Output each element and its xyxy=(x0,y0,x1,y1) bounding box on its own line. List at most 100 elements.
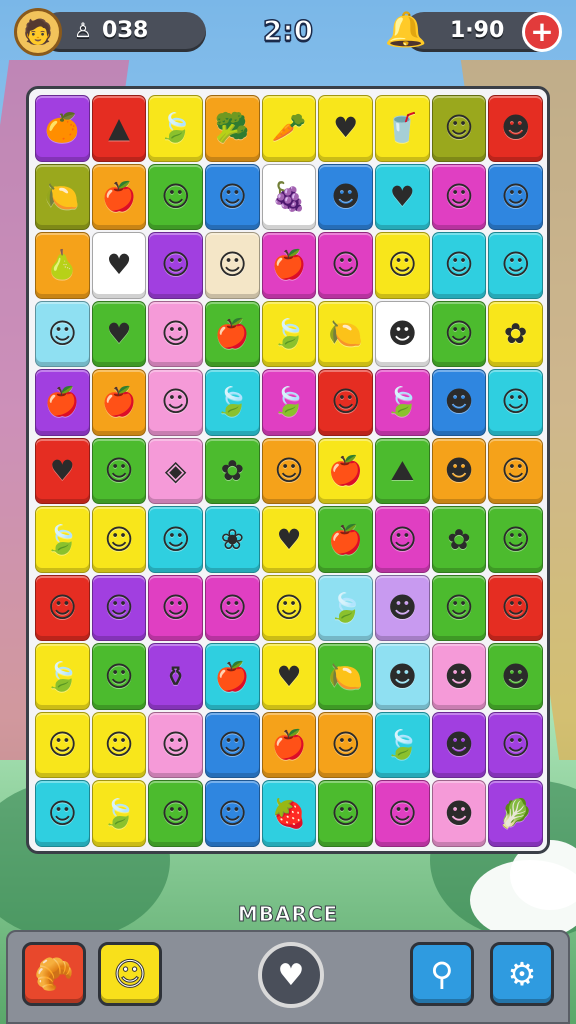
tile-r4-c5[interactable]: ☺ xyxy=(318,369,373,436)
tile-r10-c2[interactable]: ☺ xyxy=(148,780,203,847)
tile-r1-c4[interactable]: 🍇 xyxy=(261,163,317,231)
tile-r2-c2[interactable]: ☺ xyxy=(148,232,203,299)
tile-r3-c7[interactable]: ☺ xyxy=(431,300,487,368)
player-avatar[interactable]: 🧑 xyxy=(14,8,62,56)
tile-r0-c8[interactable]: ☻ xyxy=(488,95,543,162)
tile-r0-c7[interactable]: ☺ xyxy=(431,95,487,162)
tile-r5-c5[interactable]: 🍎 xyxy=(318,437,373,505)
tile-r4-c4[interactable]: 🍃 xyxy=(261,369,317,436)
tile-r1-c2[interactable]: ☺ xyxy=(148,163,203,231)
tile-r5-c6[interactable]: ⛰ xyxy=(375,437,430,505)
tile-r1-c8[interactable]: ☺ xyxy=(488,163,543,231)
tile-r3-c6[interactable]: ☻ xyxy=(375,300,430,368)
tile-r8-c3[interactable]: 🍎 xyxy=(205,643,260,710)
tile-r5-c7[interactable]: ☻ xyxy=(431,437,487,505)
tile-r9-c7[interactable]: ☻ xyxy=(431,711,487,779)
settings-button[interactable]: ⚙ xyxy=(490,942,554,1006)
tile-r0-c4[interactable]: 🥕 xyxy=(261,95,317,162)
tile-r4-c1[interactable]: 🍎 xyxy=(91,369,147,436)
tile-r8-c1[interactable]: ☺ xyxy=(91,643,147,710)
tile-r4-c8[interactable]: ☺ xyxy=(488,369,543,436)
tile-r3-c2[interactable]: ☺ xyxy=(148,300,203,368)
tile-r6-c2[interactable]: ☺ xyxy=(148,506,203,573)
tile-r8-c2[interactable]: ⚱ xyxy=(148,643,203,710)
tile-r9-c1[interactable]: ☺ xyxy=(91,711,147,779)
tile-r5-c8[interactable]: ☺ xyxy=(488,437,543,505)
tile-r7-c0[interactable]: ☺ xyxy=(35,574,90,642)
tile-r9-c8[interactable]: ☺ xyxy=(488,711,543,779)
tile-r6-c4[interactable]: ♥ xyxy=(261,506,317,573)
tile-r3-c4[interactable]: 🍃 xyxy=(261,300,317,368)
tile-r8-c0[interactable]: 🍃 xyxy=(35,643,90,710)
tile-r2-c7[interactable]: ☺ xyxy=(431,232,487,299)
tile-r4-c2[interactable]: ☺ xyxy=(148,369,203,436)
tile-r1-c0[interactable]: 🍋 xyxy=(35,163,90,231)
tile-r9-c4[interactable]: 🍎 xyxy=(261,711,317,779)
tile-r2-c0[interactable]: 🍐 xyxy=(35,232,90,299)
tile-r10-c3[interactable]: ☺ xyxy=(205,780,260,847)
tile-r6-c0[interactable]: 🍃 xyxy=(35,506,90,573)
tile-r1-c1[interactable]: 🍎 xyxy=(91,163,147,231)
tile-r10-c1[interactable]: 🍃 xyxy=(91,780,147,847)
croissant-button[interactable]: 🥐 xyxy=(22,942,86,1006)
tile-r5-c0[interactable]: ♥ xyxy=(35,437,90,505)
tile-r1-c7[interactable]: ☺ xyxy=(431,163,487,231)
tile-r7-c7[interactable]: ☺ xyxy=(431,574,487,642)
tile-r7-c6[interactable]: ☻ xyxy=(375,574,430,642)
tile-r4-c3[interactable]: 🍃 xyxy=(205,369,260,436)
tile-r2-c1[interactable]: ♥ xyxy=(91,232,147,299)
tile-r6-c8[interactable]: ☺ xyxy=(488,506,543,573)
tile-r2-c4[interactable]: 🍎 xyxy=(261,232,317,299)
tile-r3-c5[interactable]: 🍋 xyxy=(318,300,373,368)
tile-r6-c1[interactable]: ☺ xyxy=(91,506,147,573)
tile-r3-c3[interactable]: 🍎 xyxy=(205,300,260,368)
tile-r6-c7[interactable]: ✿ xyxy=(431,506,487,573)
tile-r7-c1[interactable]: ☺ xyxy=(91,574,147,642)
tile-r8-c7[interactable]: ☻ xyxy=(431,643,487,710)
tile-r5-c2[interactable]: ◈ xyxy=(148,437,203,505)
tile-r10-c6[interactable]: ☺ xyxy=(375,780,430,847)
tile-r2-c6[interactable]: ☺ xyxy=(375,232,430,299)
tile-r6-c3[interactable]: ❀ xyxy=(205,506,260,573)
tile-r1-c6[interactable]: ♥ xyxy=(375,163,430,231)
tile-r7-c8[interactable]: ☺ xyxy=(488,574,543,642)
tile-r9-c5[interactable]: ☺ xyxy=(318,711,373,779)
tile-r0-c5[interactable]: ♥ xyxy=(318,95,373,162)
tile-r10-c7[interactable]: ☻ xyxy=(431,780,487,847)
tile-r9-c0[interactable]: ☺ xyxy=(35,711,90,779)
tile-r3-c0[interactable]: ☺ xyxy=(35,300,90,368)
tile-r5-c3[interactable]: ✿ xyxy=(205,437,260,505)
tile-r4-c7[interactable]: ☻ xyxy=(431,369,487,436)
tile-r6-c6[interactable]: ☺ xyxy=(375,506,430,573)
tile-r0-c0[interactable]: 🍊 xyxy=(35,95,90,162)
tile-r10-c4[interactable]: 🍓 xyxy=(261,780,317,847)
tile-r6-c5[interactable]: 🍎 xyxy=(318,506,373,573)
tile-r8-c4[interactable]: ♥ xyxy=(261,643,317,710)
tile-r2-c3[interactable]: ☺ xyxy=(205,232,260,299)
tile-r5-c1[interactable]: ☺ xyxy=(91,437,147,505)
tile-r8-c8[interactable]: ☻ xyxy=(488,643,543,710)
tile-r10-c0[interactable]: ☺ xyxy=(35,780,90,847)
tile-r7-c5[interactable]: 🍃 xyxy=(318,574,373,642)
tile-r9-c3[interactable]: ☺ xyxy=(205,711,260,779)
tile-r8-c5[interactable]: 🍋 xyxy=(318,643,373,710)
tile-r2-c5[interactable]: ☺ xyxy=(318,232,373,299)
tile-r0-c2[interactable]: 🍃 xyxy=(148,95,203,162)
tile-r9-c2[interactable]: ☺ xyxy=(148,711,203,779)
heart-button[interactable]: ♥ xyxy=(258,942,324,1008)
tile-r1-c5[interactable]: ☻ xyxy=(318,163,373,231)
tile-r7-c4[interactable]: ☺ xyxy=(261,574,317,642)
tile-r0-c1[interactable]: ▲ xyxy=(91,95,147,162)
tile-r5-c4[interactable]: ☺ xyxy=(261,437,317,505)
tile-r7-c2[interactable]: ☺ xyxy=(148,574,203,642)
tile-r3-c1[interactable]: ♥ xyxy=(91,300,147,368)
hint-button[interactable]: ☺ xyxy=(98,942,162,1006)
tile-r10-c8[interactable]: 🥬 xyxy=(488,780,543,847)
tile-r1-c3[interactable]: ☺ xyxy=(205,163,260,231)
tile-r4-c6[interactable]: 🍃 xyxy=(375,369,430,436)
tile-r0-c6[interactable]: 🥤 xyxy=(375,95,430,162)
tile-r3-c8[interactable]: ✿ xyxy=(488,300,543,368)
tile-r9-c6[interactable]: 🍃 xyxy=(375,711,430,779)
tile-r8-c6[interactable]: ☻ xyxy=(375,643,430,710)
tile-r10-c5[interactable]: ☺ xyxy=(318,780,373,847)
